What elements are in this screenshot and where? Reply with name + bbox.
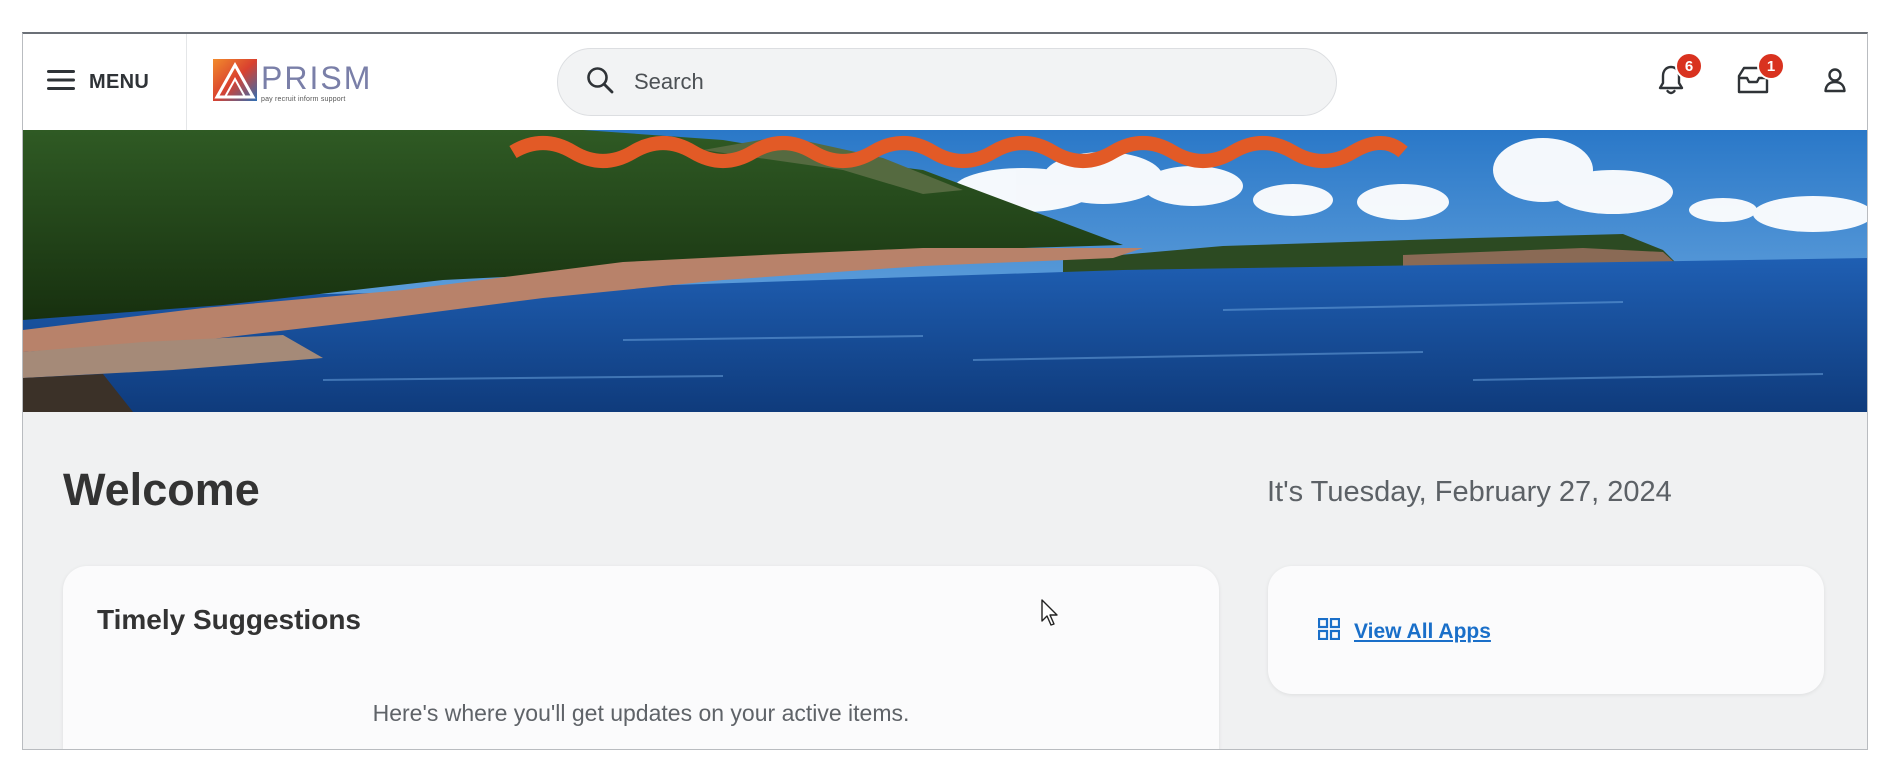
profile-button[interactable]	[1807, 54, 1863, 110]
top-bar: MENU PRISM pay recruit inform support Se…	[23, 34, 1867, 131]
timely-suggestions-card: Timely Suggestions Here's where you'll g…	[63, 566, 1219, 749]
search-icon	[586, 66, 614, 99]
menu-button[interactable]: MENU	[23, 34, 187, 130]
hamburger-icon	[47, 69, 75, 95]
app-window: MENU PRISM pay recruit inform support Se…	[22, 32, 1868, 750]
inbox-button[interactable]: 1	[1725, 52, 1785, 110]
mouse-cursor-icon	[1041, 599, 1061, 632]
search-bar[interactable]	[557, 48, 1337, 116]
logo-tagline: pay recruit inform support	[261, 95, 346, 103]
search-input[interactable]	[632, 68, 1236, 96]
inbox-badge: 1	[1757, 52, 1785, 80]
apps-card: View All Apps	[1268, 566, 1824, 694]
current-date: It's Tuesday, February 27, 2024	[1267, 476, 1672, 508]
user-icon	[1823, 67, 1847, 98]
empty-state-message: Here's where you'll get updates on your …	[372, 700, 910, 726]
view-all-apps-label: View All Apps	[1354, 619, 1491, 643]
banner-image	[23, 130, 1867, 412]
logo-mark-icon	[213, 58, 257, 106]
logo-wordmark: PRISM	[261, 59, 373, 96]
prism-logo[interactable]: PRISM pay recruit inform support	[213, 58, 370, 106]
menu-label: MENU	[89, 70, 150, 93]
page-title: Welcome	[63, 464, 260, 515]
notifications-button[interactable]: 6	[1643, 52, 1703, 110]
grid-icon	[1317, 617, 1341, 645]
card-title: Timely Suggestions	[97, 604, 361, 635]
view-all-apps-link[interactable]: View All Apps	[1317, 617, 1491, 645]
notifications-badge: 6	[1675, 52, 1703, 80]
